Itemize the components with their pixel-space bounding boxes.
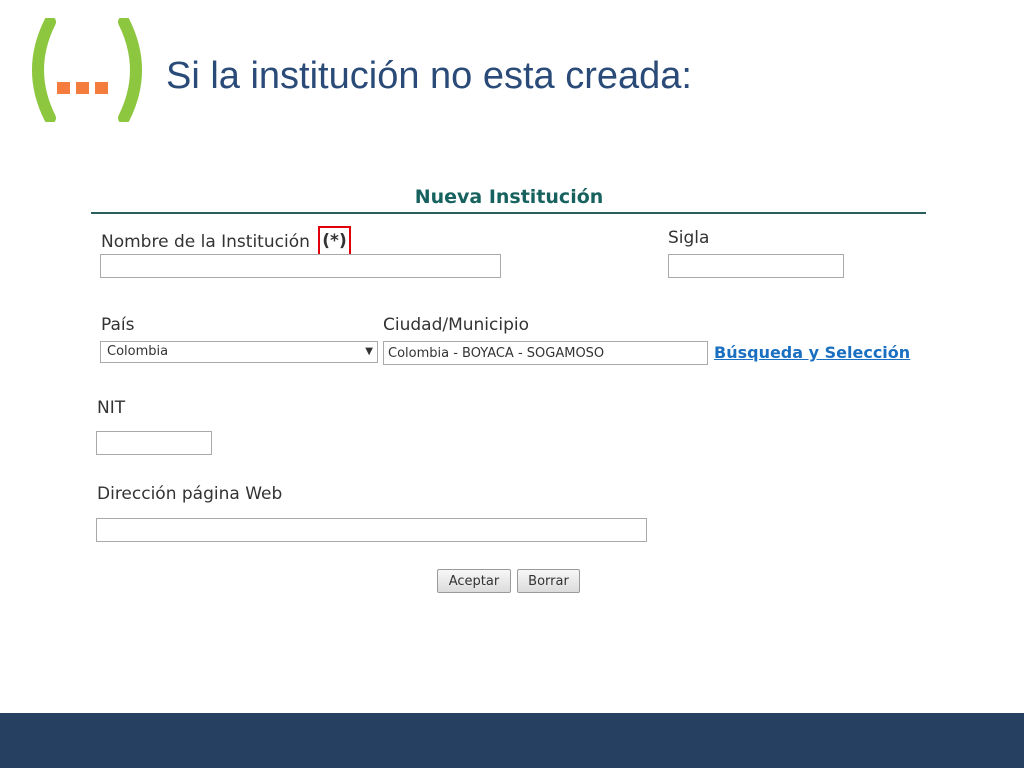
heading-divider [91, 212, 926, 214]
chevron-down-icon: ▼ [365, 346, 373, 357]
search-select-link[interactable]: Búsqueda y Selección [714, 342, 910, 364]
accept-button[interactable]: Aceptar [437, 569, 511, 593]
sigla-input[interactable] [668, 254, 844, 278]
ciudad-label: Ciudad/Municipio [383, 315, 530, 335]
web-label: Dirección página Web [97, 484, 283, 504]
nombre-label-group: Nombre de la Institución (*) [101, 226, 351, 257]
footer-bar [0, 713, 1024, 768]
sigla-label: Sigla [668, 228, 710, 248]
new-institution-form: Nueva Institución Nombre de la Instituci… [0, 0, 1024, 713]
ciudad-input[interactable] [383, 341, 708, 365]
nombre-input[interactable] [100, 254, 501, 278]
nit-label: NIT [97, 398, 126, 418]
pais-select[interactable]: Colombia ▼ [100, 341, 378, 363]
clear-button[interactable]: Borrar [517, 569, 580, 593]
web-input[interactable] [96, 518, 647, 542]
nombre-label: Nombre de la Institución [101, 232, 310, 252]
pais-label: País [101, 315, 135, 335]
nit-input[interactable] [96, 431, 212, 455]
required-marker: (*) [318, 226, 351, 256]
form-heading: Nueva Institución [414, 186, 604, 208]
pais-selected-value: Colombia [107, 344, 169, 359]
